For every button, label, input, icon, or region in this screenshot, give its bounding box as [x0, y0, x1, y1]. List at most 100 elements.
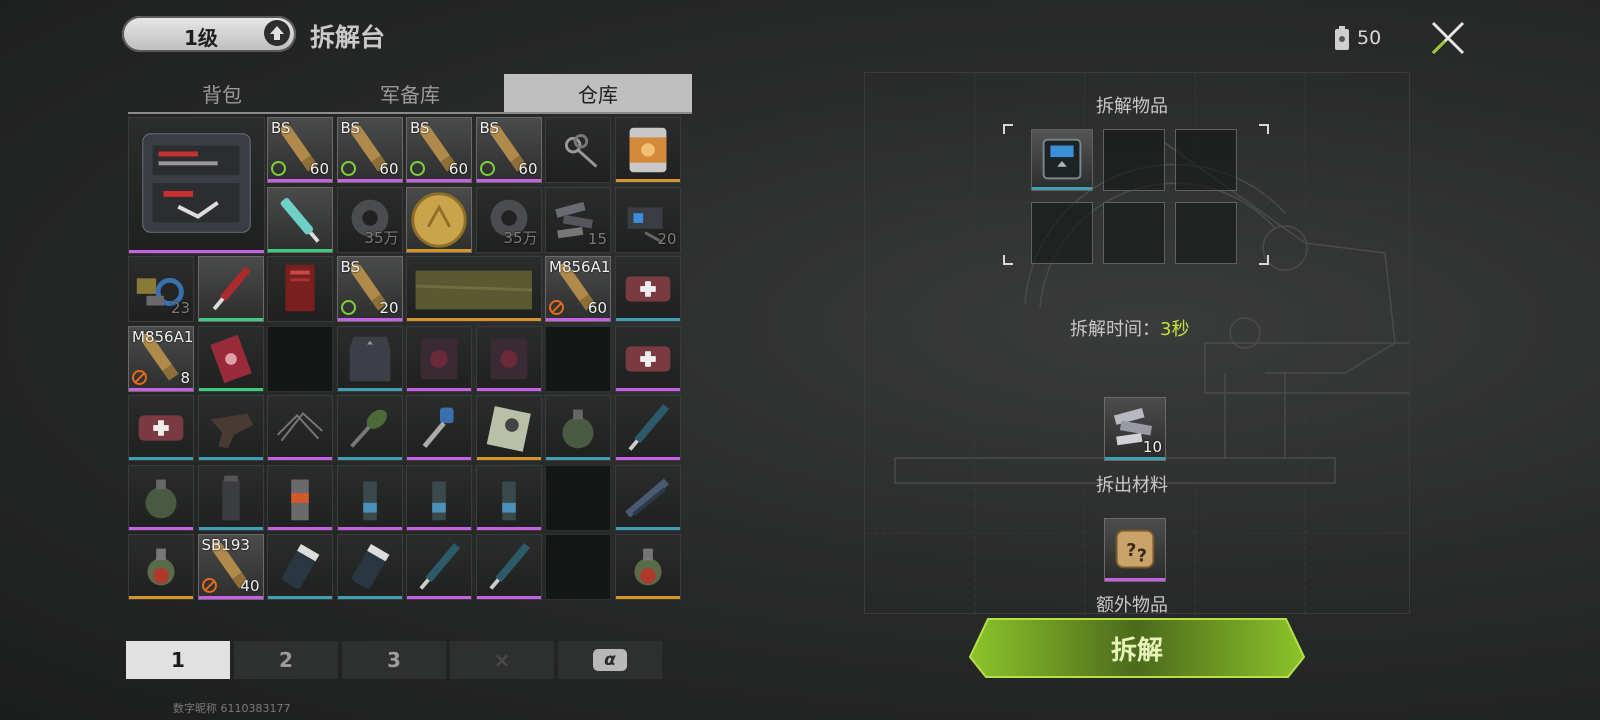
inventory-slot[interactable] [197, 464, 264, 531]
inventory-slot[interactable] [197, 325, 264, 392]
item-count: 60 [448, 160, 468, 178]
inventory-slot[interactable]: SB193 40 [197, 534, 264, 600]
close-button[interactable] [1428, 18, 1468, 58]
inventory-slot[interactable] [267, 256, 333, 322]
pill-bottle-icon [351, 544, 389, 589]
medkit-icon [625, 276, 670, 302]
tab-armory[interactable]: 军备库 [316, 74, 504, 112]
inventory-slot[interactable] [614, 325, 681, 392]
dismantle-slot-6[interactable] [1175, 202, 1237, 264]
inventory-slot[interactable] [406, 534, 472, 600]
dismantle-button[interactable]: 拆解 [968, 617, 1306, 679]
level-up-icon[interactable] [264, 20, 290, 46]
inventory-slot[interactable]: 23 [128, 256, 194, 322]
inventory-slot[interactable] [128, 395, 194, 461]
rarity-bar [129, 596, 193, 599]
inventory-slot[interactable] [475, 464, 542, 531]
inventory-slot[interactable] [475, 395, 542, 461]
mystery-dice-icon: ? ? [1115, 529, 1155, 569]
inventory-slot[interactable] [336, 534, 403, 600]
inventory-slot[interactable] [128, 464, 194, 531]
material-section-title: 拆出材料 [1096, 475, 1168, 496]
inventory-slot[interactable] [197, 256, 264, 322]
inventory-slot[interactable] [614, 117, 681, 183]
inventory-slot[interactable] [336, 464, 403, 531]
tab-warehouse[interactable]: 仓库 [504, 74, 692, 112]
inventory-slot[interactable]: BS 60 [475, 117, 542, 183]
inventory-slot[interactable] [128, 534, 194, 600]
rarity-bar [407, 179, 471, 182]
special-page-button[interactable]: α [558, 641, 662, 679]
syringe-icon [280, 197, 320, 243]
inventory-slot[interactable] [614, 256, 681, 322]
pill-bottle-icon [282, 544, 320, 589]
inventory-slot[interactable] [267, 395, 333, 461]
tab-backpack[interactable]: 背包 [128, 74, 316, 112]
stun-grenade-icon [362, 481, 377, 520]
inventory-slot[interactable] [197, 395, 264, 461]
inventory-slot[interactable] [406, 256, 542, 322]
inventory-slot[interactable] [406, 186, 472, 253]
item-count: 60 [309, 160, 329, 178]
inventory-slot[interactable]: BS 20 [336, 256, 403, 322]
inventory-slot[interactable] [614, 395, 681, 461]
inventory-slot[interactable] [614, 534, 681, 600]
inventory-slot[interactable]: BS 60 [406, 117, 472, 183]
extra-item-slot[interactable]: ? ? [1104, 518, 1166, 582]
inventory-slot[interactable]: BS 60 [336, 117, 403, 183]
inventory-slot[interactable]: M856A1 8 [128, 325, 194, 392]
rarity-bar [615, 457, 680, 460]
rarity-bar [615, 387, 680, 391]
rarity-bar [1032, 187, 1092, 190]
inventory-slot[interactable] [267, 186, 333, 253]
item-label: BS [479, 119, 500, 137]
rarity-bar [407, 318, 541, 321]
inventory-slot[interactable] [406, 395, 472, 461]
dismantle-slot-2[interactable] [1103, 129, 1165, 191]
item-label: SB193 [201, 536, 250, 554]
inventory-slot[interactable] [267, 464, 333, 531]
dismantle-slot-4[interactable] [1031, 202, 1093, 264]
rarity-bar [407, 526, 471, 530]
inventory-slot[interactable]: BS 60 [267, 117, 333, 183]
inventory-slot-empty[interactable] [267, 325, 333, 392]
dismantle-slot-5[interactable] [1103, 202, 1165, 264]
page-button-3[interactable]: 3 [342, 641, 446, 679]
inventory-slot[interactable] [545, 395, 611, 461]
energy-counter: 50 [1335, 26, 1381, 50]
inventory-slot[interactable] [128, 117, 265, 254]
dismantle-slot-3[interactable] [1175, 129, 1237, 191]
food-can-icon [629, 127, 666, 173]
inventory-slot-empty[interactable] [545, 534, 611, 600]
inventory-slot[interactable]: M856A1 60 [545, 256, 611, 322]
inventory-slot[interactable] [406, 325, 472, 392]
inventory-slot-empty[interactable] [545, 325, 611, 392]
inventory-slot[interactable] [475, 534, 542, 600]
rarity-bar [129, 457, 193, 460]
inventory-slot[interactable]: 15 [545, 186, 611, 253]
inventory-slot[interactable]: 35万 [336, 186, 403, 253]
item-count: 60 [518, 160, 538, 178]
inventory-slot[interactable] [267, 534, 333, 600]
inventory-slot[interactable] [545, 117, 611, 183]
leaf-tool-icon [349, 409, 387, 448]
material-output-slot[interactable]: 10 [1104, 397, 1166, 461]
inventory-slot-empty[interactable] [545, 464, 611, 531]
item-count: 60 [587, 299, 607, 317]
page-button-2[interactable]: 2 [234, 641, 338, 679]
inventory-slot[interactable] [406, 464, 472, 531]
grenade-icon [562, 409, 594, 449]
inventory-slot[interactable] [475, 325, 542, 392]
key-icon [422, 407, 454, 448]
rarity-bar [337, 318, 402, 321]
user-id-text: 数字昵称 6110383177 [173, 702, 291, 715]
item-count: 20 [379, 299, 399, 317]
inventory-slot[interactable] [336, 325, 403, 392]
inventory-slot[interactable]: 20 [614, 186, 681, 253]
page-button-1[interactable]: 1 [126, 641, 230, 679]
inventory-slot[interactable] [614, 464, 681, 531]
rarity-bar [615, 596, 680, 599]
dismantle-slot-1[interactable] [1031, 129, 1093, 191]
inventory-slot[interactable] [336, 395, 403, 461]
inventory-slot[interactable]: 35万 [475, 186, 542, 253]
